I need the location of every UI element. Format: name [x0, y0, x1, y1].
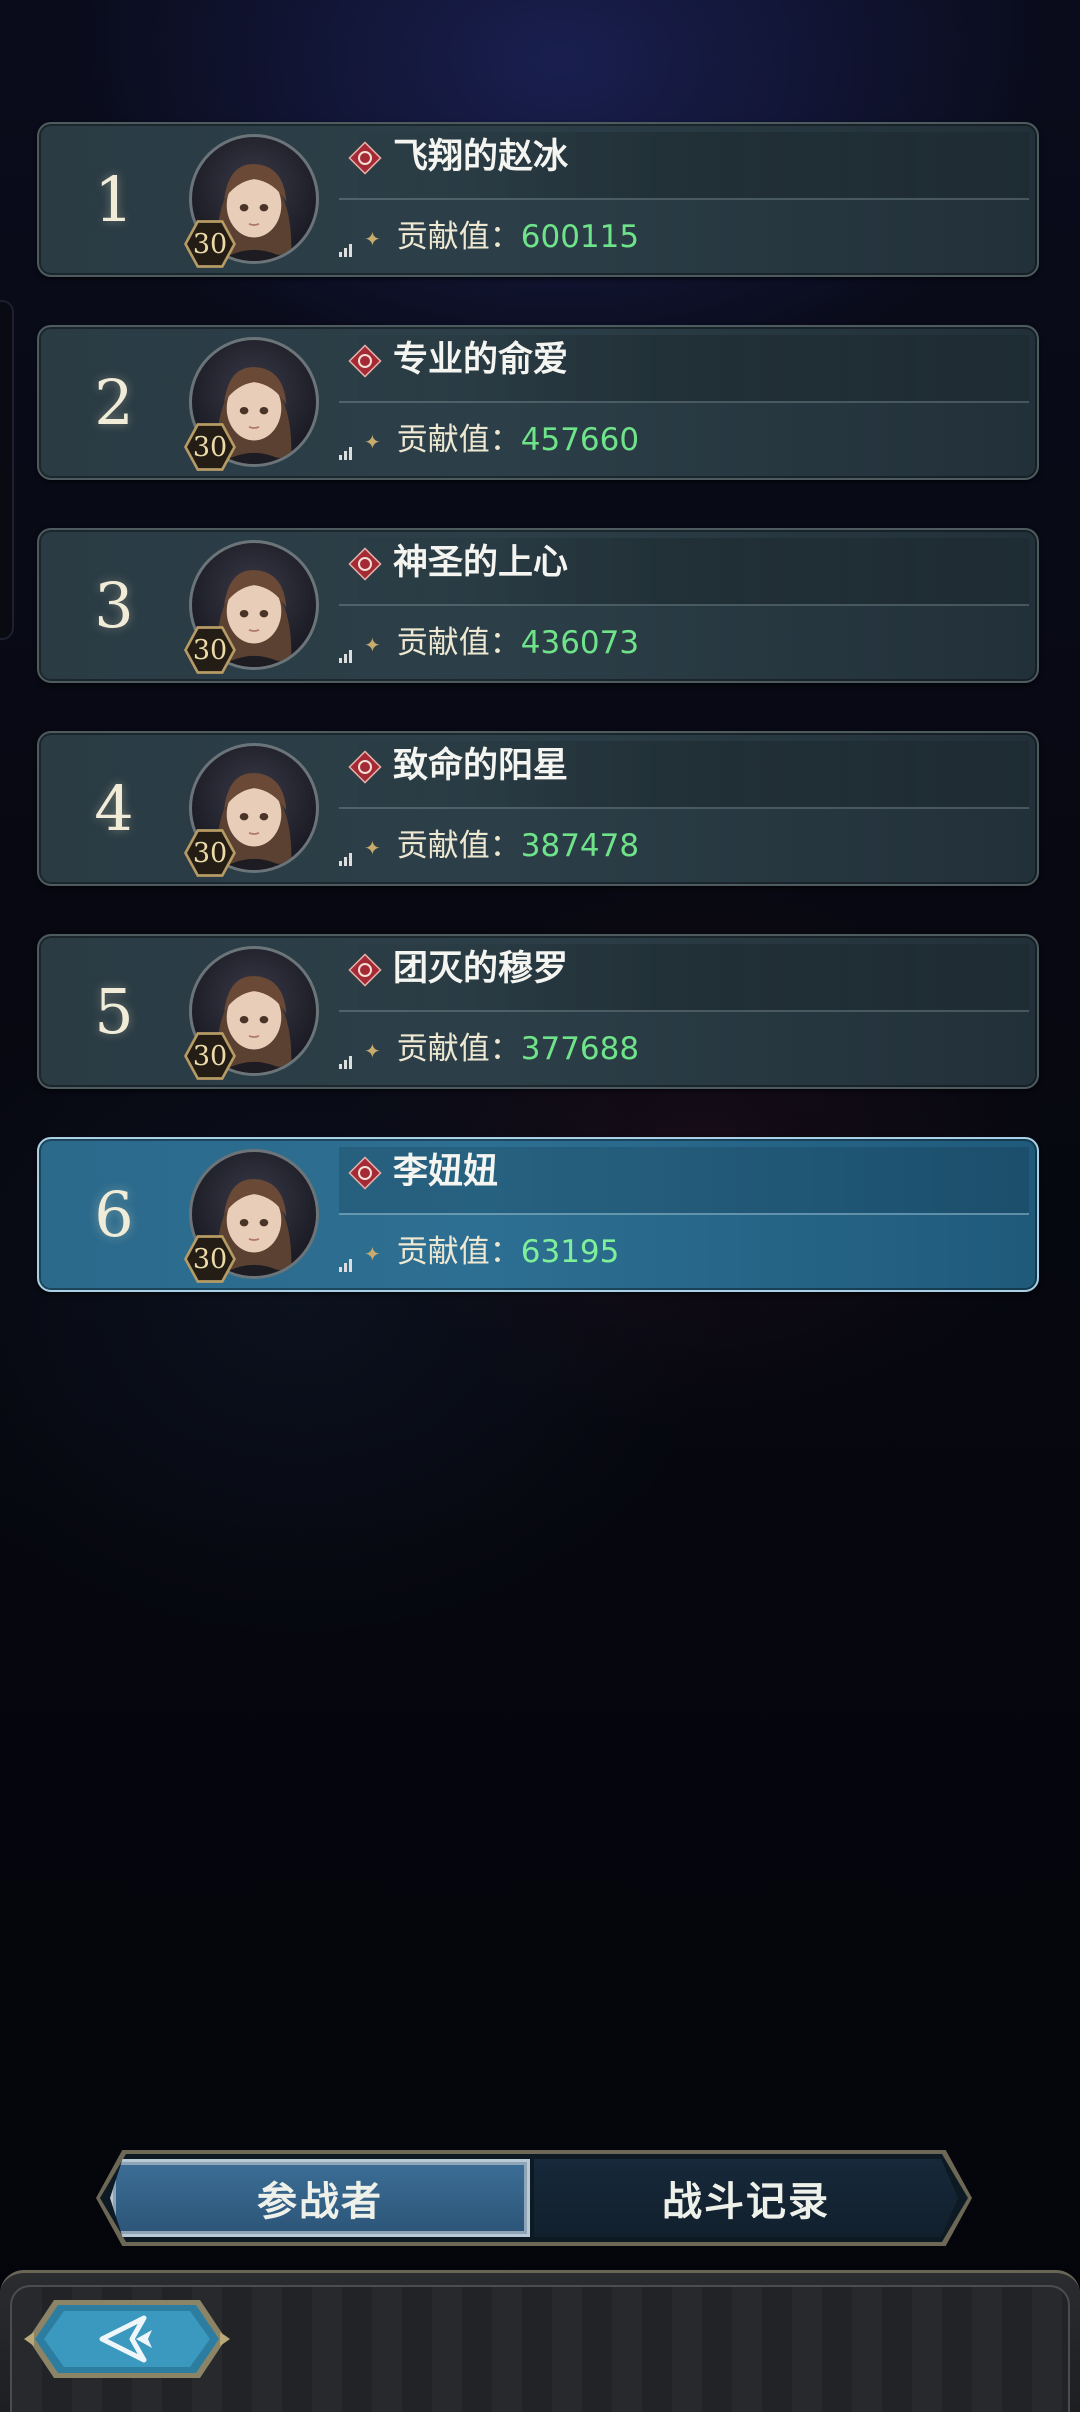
rank-number: 2 [94, 366, 134, 439]
tab-bar: 参战者 战斗记录 [96, 2150, 972, 2246]
faction-emblem-icon [348, 141, 382, 175]
signal-icon [339, 1259, 352, 1272]
ranking-row[interactable]: 3 30 神圣的上心 ✦ 贡献值：436073 [37, 528, 1039, 683]
player-name: 李妞妞 [393, 1152, 499, 1192]
ranking-row[interactable]: 2 30 专业的俞爱 ✦ 贡献值：457660 [37, 325, 1039, 480]
ranking-row[interactable]: 1 30 飞翔的赵冰 ✦ 贡献值：600115 [37, 122, 1039, 277]
contribution-value: 457660 [520, 422, 640, 458]
contribution: ✦ 贡献值：600115 [364, 212, 639, 262]
signal-icon [339, 853, 352, 866]
star-bullet-icon: ✦ [364, 429, 381, 454]
contribution: ✦ 贡献值：457660 [364, 415, 639, 465]
tab-battle-log[interactable]: 战斗记录 [534, 2159, 958, 2237]
leaderboard-screen: 1 30 飞翔的赵冰 ✦ 贡献值：600115 2 30 专业的俞爱 ✦ 贡献值… [0, 0, 1080, 2412]
rank-number: 6 [94, 1178, 134, 1251]
contribution: ✦ 贡献值：63195 [364, 1227, 619, 1277]
player-avatar[interactable]: 30 [184, 337, 359, 478]
player-avatar[interactable]: 30 [184, 743, 359, 884]
back-arrow-icon [24, 2300, 230, 2378]
ranking-row-self[interactable]: 6 30 李妞妞 ✦ 贡献值：63195 [37, 1137, 1039, 1292]
player-name: 飞翔的赵冰 [393, 137, 569, 177]
signal-icon [339, 244, 352, 257]
rank-number: 1 [94, 163, 134, 236]
ranking-row[interactable]: 5 30 团灭的穆罗 ✦ 贡献值：377688 [37, 934, 1039, 1089]
signal-icon [339, 447, 352, 460]
player-avatar[interactable]: 30 [184, 540, 359, 681]
contribution-label: 贡献值： [396, 625, 521, 661]
rank-number: 3 [94, 569, 134, 642]
contribution-value: 63195 [520, 1234, 620, 1270]
player-name: 神圣的上心 [393, 543, 569, 583]
rank-number: 4 [94, 772, 134, 845]
contribution: ✦ 贡献值：377688 [364, 1024, 639, 1074]
contribution-value: 377688 [520, 1031, 640, 1067]
player-avatar[interactable]: 30 [184, 946, 359, 1087]
player-avatar[interactable]: 30 [184, 134, 359, 275]
star-bullet-icon: ✦ [364, 1038, 381, 1063]
star-bullet-icon: ✦ [364, 226, 381, 251]
player-name: 专业的俞爱 [393, 340, 569, 380]
signal-icon [339, 650, 352, 663]
star-bullet-icon: ✦ [364, 632, 381, 657]
contribution-value: 436073 [520, 625, 640, 661]
tab-participants[interactable]: 参战者 [110, 2159, 530, 2237]
contribution-label: 贡献值： [396, 1031, 521, 1067]
contribution-label: 贡献值： [396, 828, 521, 864]
contribution-value: 387478 [520, 828, 640, 864]
contribution-label: 贡献值： [396, 1234, 521, 1270]
faction-emblem-icon [348, 953, 382, 987]
contribution: ✦ 贡献值：387478 [364, 821, 639, 871]
contribution-label: 贡献值： [396, 422, 521, 458]
faction-emblem-icon [348, 547, 382, 581]
contribution-value: 600115 [520, 219, 640, 255]
signal-icon [339, 1056, 352, 1069]
faction-emblem-icon [348, 344, 382, 378]
ranking-row[interactable]: 4 30 致命的阳星 ✦ 贡献值：387478 [37, 731, 1039, 886]
contribution: ✦ 贡献值：436073 [364, 618, 639, 668]
star-bullet-icon: ✦ [364, 1241, 381, 1266]
back-button[interactable] [24, 2296, 230, 2382]
star-bullet-icon: ✦ [364, 835, 381, 860]
faction-emblem-icon [348, 1156, 382, 1190]
contribution-label: 贡献值： [396, 219, 521, 255]
player-avatar[interactable]: 30 [184, 1149, 359, 1290]
player-name: 致命的阳星 [393, 746, 569, 786]
faction-emblem-icon [348, 750, 382, 784]
player-name: 团灭的穆罗 [393, 949, 569, 989]
side-panel-edge [0, 300, 14, 640]
rank-number: 5 [94, 975, 134, 1048]
